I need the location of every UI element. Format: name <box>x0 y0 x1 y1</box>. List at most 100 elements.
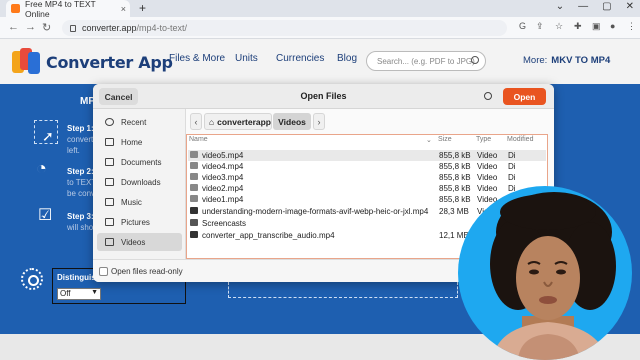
sidebar-icon[interactable]: ▣ <box>592 21 601 32</box>
video-thumbnail-icon <box>190 231 198 238</box>
gauge-icon: ◔ <box>36 158 47 178</box>
distinguish-value: Off <box>60 289 71 298</box>
file-name: video2.mp4 <box>202 184 244 193</box>
url-bar[interactable]: converter.app/mp4-to-text/ <box>62 20 507 36</box>
search-icon[interactable] <box>484 92 492 100</box>
reload-icon[interactable]: ↻ <box>42 21 51 34</box>
profile-icon[interactable]: ● <box>610 21 615 31</box>
breadcrumb-videos[interactable]: Videos <box>273 113 311 130</box>
breadcrumb-converterapp[interactable]: ⌂ converterapp <box>204 113 272 130</box>
column-size[interactable]: Size <box>438 136 452 143</box>
share-icon[interactable]: ⇪ <box>536 21 544 32</box>
video-file-icon <box>190 151 198 158</box>
file-type: Video <box>477 162 498 171</box>
url-host: converter.app <box>82 23 137 33</box>
logo-text: Converter App <box>46 52 173 72</box>
nav-blog[interactable]: Blog <box>337 53 357 64</box>
video-file-icon <box>190 184 198 191</box>
step-1-label: Step 1: <box>67 124 94 133</box>
forward-arrow-icon[interactable]: → <box>25 21 36 33</box>
back-arrow-icon[interactable]: ← <box>8 21 19 33</box>
tab-search-icon[interactable]: ⌄ <box>556 1 564 12</box>
file-type: Video <box>477 173 498 182</box>
file-row[interactable]: video4.mp4 855,8 kB Video Di <box>188 161 546 172</box>
file-size: 855,8 kB <box>439 173 471 182</box>
more-value: MKV TO MP4 <box>551 55 611 66</box>
music-icon <box>105 198 114 206</box>
logo[interactable]: Converter App <box>12 48 173 76</box>
more-label: More: <box>523 55 548 66</box>
maximize-button[interactable]: ▢ <box>602 1 611 12</box>
tab-close-icon[interactable]: × <box>121 4 126 14</box>
video-file-icon <box>190 173 198 180</box>
readonly-label: Open files read-only <box>111 267 183 276</box>
tab-strip: Free MP4 to TEXT Online × + ⌄ — ▢ ✕ <box>0 0 640 19</box>
dropzone[interactable] <box>228 282 458 298</box>
nav-currencies[interactable]: Currencies <box>276 53 324 64</box>
nav-units[interactable]: Units <box>235 53 258 64</box>
cursor-icon: ➚ <box>42 128 54 144</box>
nav-files-more[interactable]: Files & More <box>169 53 225 64</box>
document-icon <box>105 158 114 166</box>
step-2: Step 2: to TEXT be conv <box>67 166 96 199</box>
sidebar-item-home[interactable]: Home <box>97 133 182 151</box>
sidebar-item-label: Recent <box>121 117 147 127</box>
minimize-button[interactable]: — <box>578 1 588 12</box>
distinguish-label: Distinguis <box>57 273 96 282</box>
bookmark-star-icon[interactable]: ☆ <box>555 21 563 32</box>
lock-icon <box>70 24 76 32</box>
file-row[interactable]: video3.mp4 855,8 kB Video Di <box>188 172 546 183</box>
open-button[interactable]: Open <box>503 88 546 105</box>
close-window-button[interactable]: ✕ <box>626 1 634 12</box>
step-2-text: to TEXT <box>67 178 97 187</box>
sidebar-item-downloads[interactable]: Downloads <box>97 173 182 191</box>
step-2-label: Step 2: <box>67 167 94 176</box>
site-search-input[interactable]: Search... (e.g. PDF to JPG) <box>366 51 486 71</box>
step-1-text: convert <box>67 135 94 144</box>
column-name[interactable]: Name <box>189 136 208 143</box>
sidebar-item-label: Music <box>121 197 142 207</box>
browser-tab[interactable]: Free MP4 to TEXT Online × <box>6 0 130 19</box>
file-size: 855,8 kB <box>439 184 471 193</box>
file-row[interactable]: video5.mp4 855,8 kB Video Di <box>188 150 546 161</box>
file-row[interactable]: video2.mp4 855,8 kB Video Di <box>188 183 546 194</box>
sidebar-item-music[interactable]: Music <box>97 193 182 211</box>
search-icon[interactable] <box>471 56 479 64</box>
distinguish-select[interactable]: Off ▼ <box>57 288 101 300</box>
breadcrumb-forward-button[interactable]: › <box>313 113 325 130</box>
column-type[interactable]: Type <box>476 136 491 143</box>
video-file-icon <box>190 195 198 202</box>
step-3-text: will sho <box>67 223 94 232</box>
site-favicon-icon <box>11 4 20 13</box>
more-menu[interactable]: More: MKV TO MP4 <box>523 55 610 66</box>
clock-icon <box>105 118 114 126</box>
readonly-checkbox[interactable] <box>99 267 108 276</box>
sidebar-item-label: Videos <box>121 237 146 247</box>
file-modified: Di <box>508 151 516 160</box>
google-icon[interactable]: G <box>519 21 526 31</box>
sidebar-item-recent[interactable]: Recent <box>97 113 182 131</box>
sort-chevron-icon[interactable]: ⌄ <box>426 136 432 144</box>
sidebar-item-label: Pictures <box>121 217 150 227</box>
sidebar-item-pictures[interactable]: Pictures <box>97 213 182 231</box>
webcam-overlay <box>458 186 632 360</box>
presenter-portrait <box>490 192 616 360</box>
settings-gear-icon <box>21 268 43 290</box>
sidebar-item-label: Documents <box>121 157 162 167</box>
breadcrumb-back-button[interactable]: ‹ <box>190 113 202 130</box>
menu-icon[interactable]: ⋮ <box>627 21 636 32</box>
new-tab-button[interactable]: + <box>139 1 146 15</box>
video-icon <box>105 238 114 246</box>
step-1-text-2: left. <box>67 146 80 155</box>
breadcrumb-label: Videos <box>278 116 306 127</box>
extensions-icon[interactable]: ✚ <box>574 21 582 32</box>
sidebar-item-documents[interactable]: Documents <box>97 153 182 171</box>
chevron-down-icon: ▼ <box>91 289 98 296</box>
sidebar-item-label: Downloads <box>121 177 161 187</box>
column-modified[interactable]: Modified <box>507 136 533 143</box>
address-bar-row: ← → ↻ converter.app/mp4-to-text/ G ⇪ ☆ ✚… <box>0 17 640 39</box>
sidebar-item-videos[interactable]: Videos <box>97 233 182 251</box>
file-name: understanding-modern-image-formats-avif-… <box>202 207 429 216</box>
folder-name: Screencasts <box>202 219 247 228</box>
folder-icon <box>190 219 198 226</box>
